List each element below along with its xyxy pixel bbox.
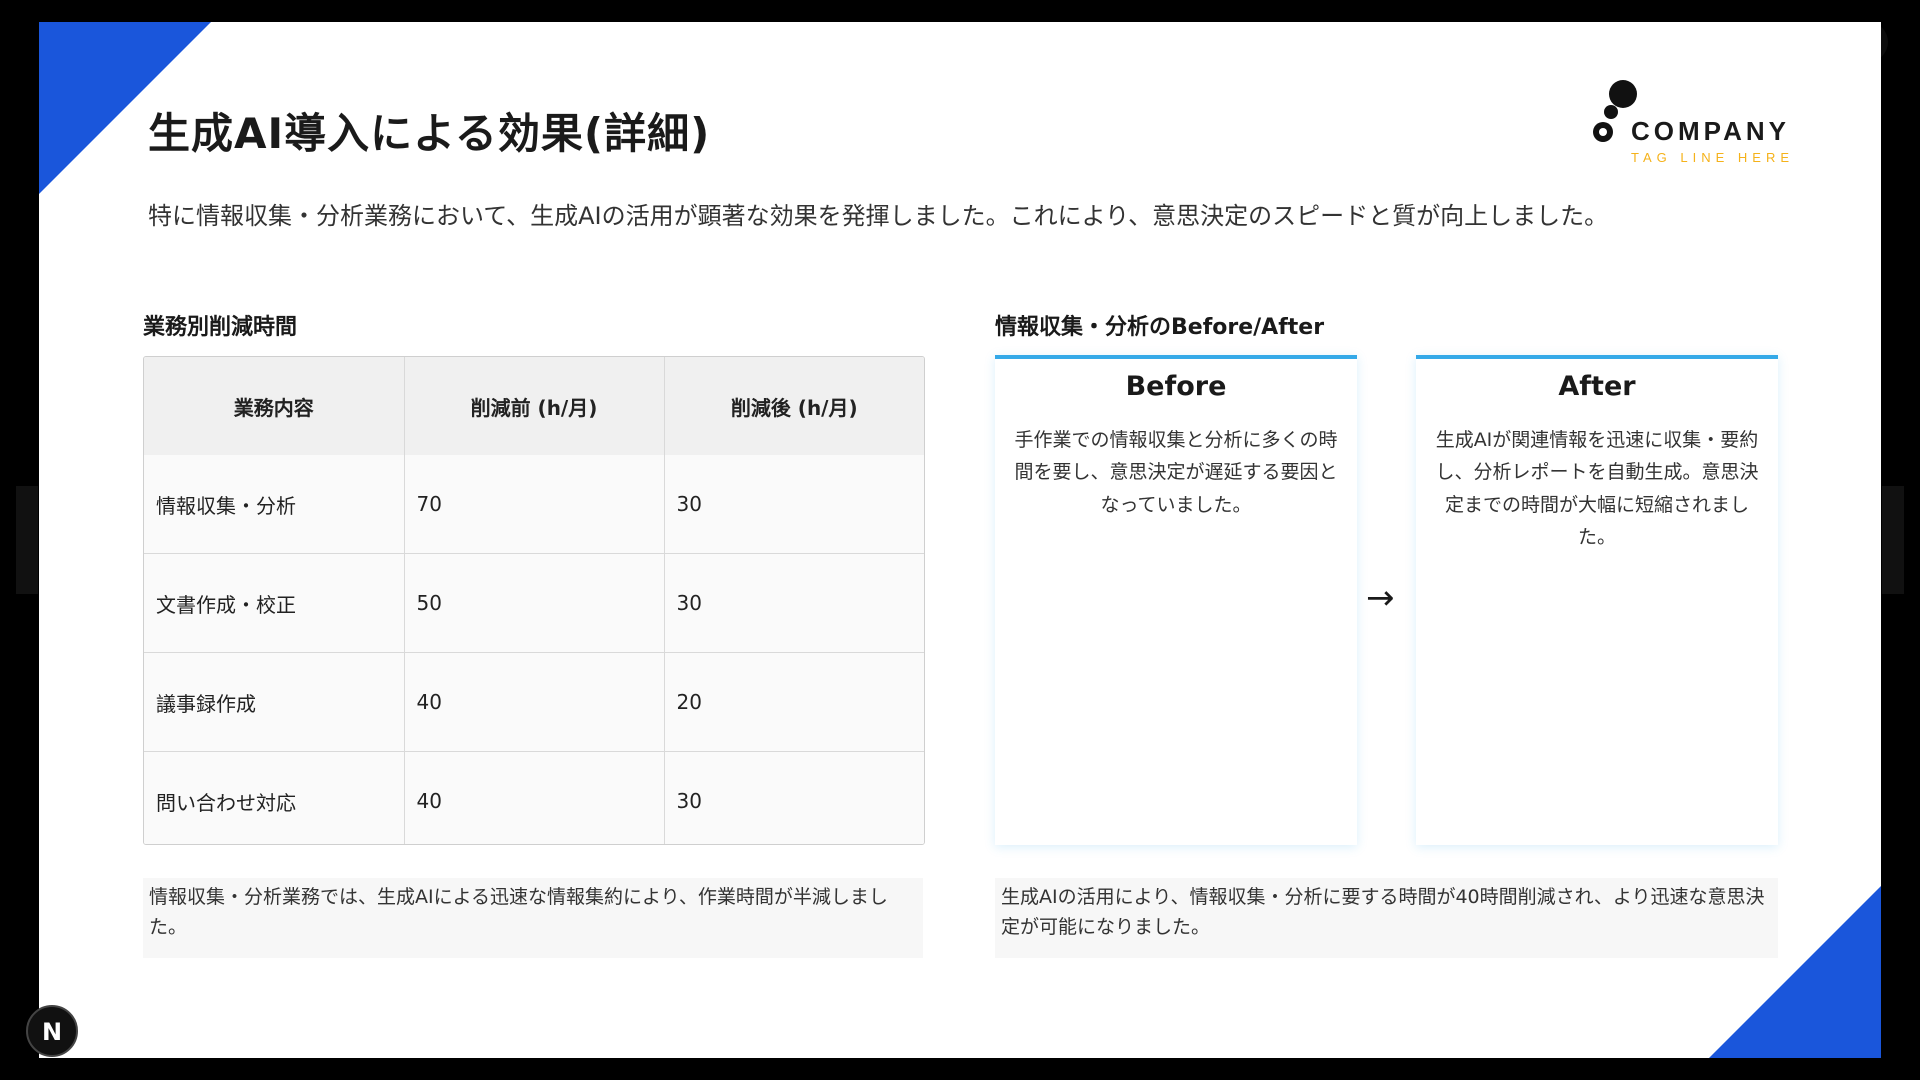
cell-task: 議事録作成	[144, 652, 405, 752]
table-row: 情報収集・分析 70 30	[144, 455, 924, 554]
header-task: 業務内容	[144, 357, 405, 455]
cell-task: 問い合わせ対応	[144, 751, 405, 844]
before-card-title: Before	[1125, 371, 1227, 402]
company-logo: COMPANY TAG LINE HERE	[1589, 64, 1819, 165]
after-card-title: After	[1558, 371, 1636, 402]
cell-before: 40	[403, 751, 665, 844]
cell-after: 30	[663, 751, 924, 844]
cell-task: 文書作成・校正	[144, 553, 405, 653]
after-card-body: 生成AIが関連情報を迅速に収集・要約し、分析レポートを自動生成。意思決定までの時…	[1435, 429, 1759, 548]
table-row: 問い合わせ対応 40 30	[144, 751, 924, 844]
cell-after: 30	[663, 553, 924, 653]
table-row: 文書作成・校正 50 30	[144, 553, 924, 653]
before-card-body: 手作業での情報収集と分析に多くの時間を要し、意思決定が遅延する要因となっていまし…	[1014, 429, 1338, 516]
prev-slide-tab[interactable]	[16, 486, 38, 594]
table-header-row: 業務内容 削減前 (h/月) 削減後 (h/月)	[144, 357, 924, 455]
slide: 生成AI導入による効果(詳細) COMPANY TAG LINE HERE 特に…	[39, 22, 1881, 1058]
next-slide-tab[interactable]	[1882, 486, 1904, 594]
cell-before: 50	[403, 553, 665, 653]
table-row: 議事録作成 40 20	[144, 652, 924, 752]
header-before: 削減前 (h/月)	[403, 357, 665, 455]
table-section-title: 業務別削減時間	[143, 315, 298, 340]
after-card: After 生成AIが関連情報を迅速に収集・要約し、分析レポートを自動生成。意思…	[1416, 355, 1778, 845]
reduction-table: 業務内容 削減前 (h/月) 削減後 (h/月) 情報収集・分析 70 30 文…	[143, 356, 925, 845]
slide-title: 生成AI導入による効果(詳細)	[148, 109, 711, 158]
before-card: Before 手作業での情報収集と分析に多くの時間を要し、意思決定が遅延する要因…	[995, 355, 1357, 845]
cell-after: 20	[663, 652, 924, 752]
lead-text: 特に情報収集・分析業務において、生成AIの活用が顕著な効果を発揮しました。これに…	[148, 202, 1609, 230]
cell-task: 情報収集・分析	[144, 455, 405, 554]
table-note: 情報収集・分析業務では、生成AIによる迅速な情報集約により、作業時間が半減しまし…	[143, 878, 923, 958]
cell-after: 30	[663, 455, 924, 554]
arrow-right-icon: →	[1366, 578, 1395, 618]
compare-section-title: 情報収集・分析のBefore/After	[995, 315, 1325, 340]
compare-note: 生成AIの活用により、情報収集・分析に要する時間が40時間削減され、より迅速な意…	[995, 878, 1778, 958]
cell-before: 70	[403, 455, 665, 554]
n-logo-icon[interactable]: N	[26, 1005, 78, 1057]
header-after: 削減後 (h/月)	[663, 357, 924, 455]
logo-tagline: TAG LINE HERE	[1631, 150, 1795, 165]
cell-before: 40	[403, 652, 665, 752]
logo-name: COMPANY	[1631, 116, 1790, 146]
